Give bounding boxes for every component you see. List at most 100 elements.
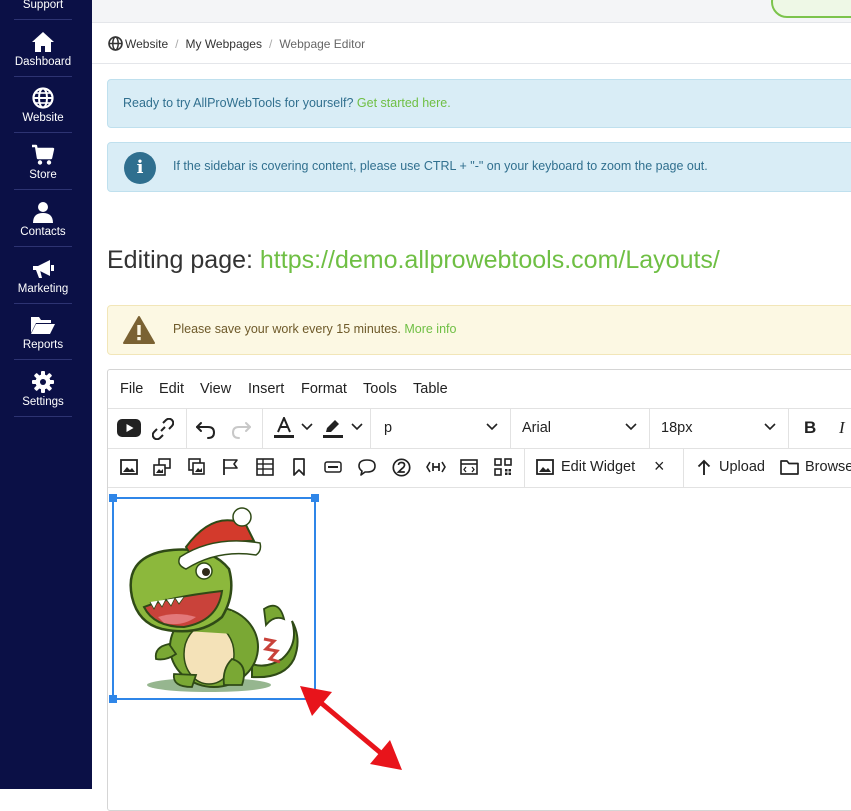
- sidebar-divider: [14, 76, 72, 77]
- insert-image-button[interactable]: [120, 459, 138, 475]
- menu-tools[interactable]: Tools: [363, 381, 397, 397]
- toolbar-divider: [683, 449, 684, 487]
- sidebar-item-label: Website: [22, 112, 64, 124]
- breadcrumb-website[interactable]: Website: [125, 37, 168, 51]
- insert-button-button[interactable]: [324, 460, 342, 474]
- insert-bookmark-button[interactable]: [292, 458, 306, 476]
- megaphone-icon: [33, 260, 54, 278]
- gear-icon: [32, 371, 54, 393]
- cart-icon: [32, 144, 55, 165]
- sidebar-item-dashboard[interactable]: Dashboard: [14, 31, 72, 68]
- menu-table[interactable]: Table: [413, 381, 448, 397]
- highlight-color-button[interactable]: [323, 417, 343, 439]
- chevron-down-icon[interactable]: [351, 423, 363, 431]
- chevron-down-icon[interactable]: [486, 423, 498, 431]
- insert-code-button[interactable]: [460, 459, 478, 475]
- sidebar-item-label: Marketing: [17, 283, 69, 295]
- sidebar-item-label: Support: [22, 0, 64, 11]
- sidebar-item-website[interactable]: Website: [14, 87, 72, 124]
- sidebar-divider: [14, 416, 72, 417]
- home-icon: [32, 32, 54, 52]
- insert-link-button[interactable]: [152, 418, 174, 440]
- toolbar-divider: [370, 409, 371, 448]
- speech-bubble-icon: [358, 459, 376, 476]
- upload-icon[interactable]: [697, 459, 711, 476]
- sidebar-item-label: Contacts: [20, 226, 66, 238]
- toolbar-divider: [524, 449, 525, 487]
- undo-button[interactable]: [195, 418, 217, 440]
- menu-file[interactable]: File: [120, 381, 143, 397]
- page-title: Editing page: https://demo.allprowebtool…: [107, 246, 720, 275]
- editor-toolbar-primary: p Arial 18px B I: [108, 409, 851, 449]
- heading-tag-icon: [426, 461, 446, 473]
- top-header: [92, 0, 851, 23]
- browse-button[interactable]: Browse: [805, 459, 851, 475]
- chevron-down-icon[interactable]: [301, 423, 313, 431]
- code-window-icon: [460, 459, 478, 475]
- sidebar: Support Dashboard Website Store Contacts…: [0, 0, 92, 789]
- insert-table-button[interactable]: [256, 458, 274, 476]
- sidebar-item-store[interactable]: Store: [14, 144, 72, 181]
- sidebar-item-contacts[interactable]: Contacts: [14, 201, 72, 238]
- menu-edit[interactable]: Edit: [159, 381, 184, 397]
- sidebar-divider: [14, 303, 72, 304]
- insert-comment-button[interactable]: [358, 458, 376, 476]
- title-prefix: Editing page:: [107, 246, 260, 274]
- insert-video-button[interactable]: [117, 419, 141, 437]
- get-started-link[interactable]: Get started here.: [357, 96, 451, 110]
- menu-format[interactable]: Format: [301, 381, 347, 397]
- bookmark-icon: [293, 458, 305, 476]
- breadcrumb-current: Webpage Editor: [279, 36, 366, 51]
- edit-widget-label[interactable]: Edit Widget: [561, 459, 635, 475]
- resize-handle-top-right[interactable]: [311, 494, 319, 502]
- highlighter-icon: [323, 420, 343, 438]
- insert-slideshow-button[interactable]: [188, 458, 206, 476]
- resize-double-arrow-icon: [300, 686, 402, 770]
- alert-text: Ready to try AllProWebTools for yourself…: [123, 96, 357, 110]
- edit-widget-button[interactable]: [536, 459, 554, 475]
- toolbar-divider: [262, 409, 263, 448]
- info-icon: i: [124, 152, 156, 184]
- font-size-select[interactable]: 18px: [661, 420, 692, 436]
- menu-view[interactable]: View: [200, 381, 231, 397]
- text-color-button[interactable]: [274, 417, 294, 439]
- chevron-down-icon[interactable]: [625, 423, 637, 431]
- italic-button[interactable]: I: [839, 418, 845, 438]
- close-widget-button[interactable]: ×: [654, 456, 665, 477]
- resize-handle-bottom-left[interactable]: [109, 695, 117, 703]
- dinosaur-santa-hat-image[interactable]: [114, 499, 314, 698]
- sidebar-item-reports[interactable]: Reports: [14, 314, 72, 351]
- sidebar-item-label: Dashboard: [14, 56, 72, 68]
- insert-qr-code-button[interactable]: [494, 458, 512, 476]
- chevron-down-icon[interactable]: [764, 423, 776, 431]
- breadcrumb-separator: /: [175, 36, 179, 51]
- sidebar-item-marketing[interactable]: Marketing: [14, 258, 72, 295]
- toolbar-divider: [186, 409, 187, 448]
- font-family-select[interactable]: Arial: [522, 420, 551, 436]
- upload-button[interactable]: Upload: [719, 459, 765, 475]
- breadcrumb-my-webpages[interactable]: My Webpages: [185, 37, 261, 51]
- sidebar-item-settings[interactable]: Settings: [14, 371, 72, 408]
- page-url-link[interactable]: https://demo.allprowebtools.com/Layouts/: [260, 246, 720, 274]
- numbered-circle-icon: [392, 458, 411, 477]
- more-info-link[interactable]: More info: [404, 322, 456, 336]
- sidebar-item-support[interactable]: Support: [14, 0, 72, 11]
- redo-button[interactable]: [230, 418, 252, 440]
- table-icon: [256, 458, 274, 476]
- search-button[interactable]: [771, 0, 851, 18]
- menu-insert[interactable]: Insert: [248, 381, 284, 397]
- text-color-icon: [274, 417, 294, 438]
- selected-image-frame[interactable]: [109, 494, 319, 703]
- insert-heading-button[interactable]: [426, 460, 446, 474]
- insert-flag-button[interactable]: [222, 458, 240, 476]
- bold-button[interactable]: B: [804, 418, 816, 438]
- slideshow-icon: [188, 458, 205, 475]
- folder-icon[interactable]: [780, 459, 799, 475]
- redo-icon: [231, 422, 251, 439]
- resize-handle-top-left[interactable]: [109, 494, 117, 502]
- insert-gallery-button[interactable]: [153, 458, 171, 476]
- block-format-select[interactable]: p: [384, 420, 392, 436]
- flag-icon: [223, 459, 238, 475]
- insert-number-button[interactable]: [392, 458, 411, 477]
- sidebar-tip-alert: i If the sidebar is covering content, pl…: [107, 142, 851, 192]
